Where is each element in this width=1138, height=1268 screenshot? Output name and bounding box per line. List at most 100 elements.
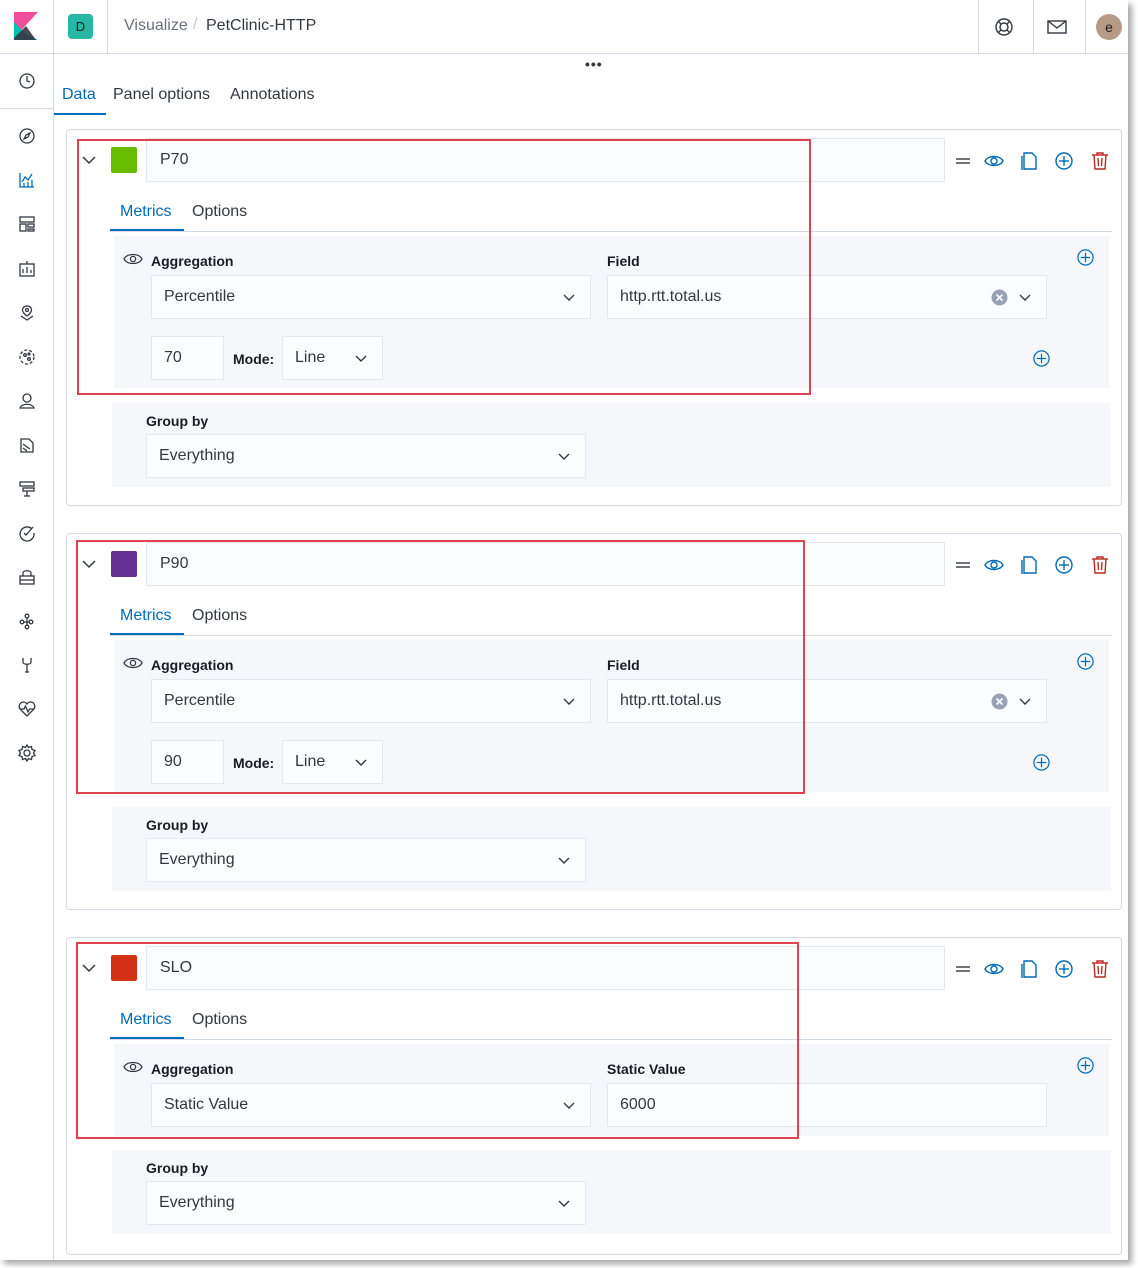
mode-select[interactable]: Line	[282, 336, 383, 380]
static-value-input[interactable]: 6000	[607, 1083, 1047, 1127]
series-label-input[interactable]: P70	[146, 138, 945, 182]
aggregation-select[interactable]: Percentile	[151, 275, 591, 319]
group-by-select[interactable]: Everything	[146, 434, 586, 478]
group-by-value: Everything	[159, 851, 235, 868]
field-select[interactable]: http.rtt.total.us	[607, 679, 1047, 723]
eye-icon[interactable]	[123, 251, 143, 267]
breadcrumb-visualize[interactable]: Visualize	[124, 17, 188, 35]
series-color-swatch[interactable]	[111, 955, 137, 981]
chevron-down-icon[interactable]	[80, 555, 98, 573]
apm-icon[interactable]	[17, 479, 37, 499]
aggregation-label: Aggregation	[151, 1061, 234, 1077]
aggregation-label: Aggregation	[151, 657, 234, 673]
add-metric-icon[interactable]	[1076, 652, 1095, 671]
clone-icon[interactable]	[1019, 555, 1039, 575]
graph-icon[interactable]	[17, 611, 37, 631]
chevron-down-icon[interactable]	[80, 959, 98, 977]
management-icon[interactable]	[17, 743, 37, 763]
percentile-input[interactable]: 90	[151, 740, 224, 784]
subtab-options[interactable]: Options	[192, 607, 247, 625]
trash-icon[interactable]	[1090, 151, 1110, 171]
subtab-divider	[110, 635, 1112, 636]
subtab-options[interactable]: Options	[192, 1011, 247, 1029]
series-label-input[interactable]: SLO	[146, 946, 945, 990]
trash-icon[interactable]	[1090, 959, 1110, 979]
subtab-divider	[110, 1039, 1112, 1040]
add-percentile-icon[interactable]	[1032, 753, 1051, 772]
maps-icon[interactable]	[17, 303, 37, 323]
add-series-icon[interactable]	[1054, 959, 1074, 979]
mode-value: Line	[295, 349, 326, 366]
subtab-options[interactable]: Options	[192, 203, 247, 221]
chevron-down-icon	[355, 355, 367, 362]
chevron-down-icon	[563, 294, 575, 301]
subtab-metrics[interactable]: Metrics	[120, 203, 172, 221]
field-value: http.rtt.total.us	[620, 692, 722, 709]
help-icon[interactable]	[993, 16, 1015, 38]
percentile-input[interactable]: 70	[151, 336, 224, 380]
clear-icon[interactable]	[991, 693, 1008, 710]
header-divider	[53, 0, 54, 54]
more-options-button[interactable]: •••	[585, 56, 603, 72]
eye-icon[interactable]	[984, 151, 1004, 171]
add-percentile-icon[interactable]	[1032, 349, 1051, 368]
tab-data[interactable]: Data	[62, 86, 96, 104]
clone-icon[interactable]	[1019, 959, 1039, 979]
aggregation-value: Percentile	[164, 288, 236, 305]
aggregation-select[interactable]: Percentile	[151, 679, 591, 723]
chevron-down-icon[interactable]	[80, 151, 98, 169]
clear-icon[interactable]	[991, 289, 1008, 306]
tab-annotations[interactable]: Annotations	[230, 86, 315, 104]
monitoring-icon[interactable]	[17, 699, 37, 719]
dashboard-icon[interactable]	[17, 214, 37, 234]
drag-handle-icon[interactable]	[953, 959, 973, 979]
aggregation-label: Aggregation	[151, 253, 234, 269]
uptime-icon[interactable]	[17, 523, 37, 543]
drag-handle-icon[interactable]	[953, 151, 973, 171]
aggregation-select[interactable]: Static Value	[151, 1083, 591, 1127]
eye-icon[interactable]	[123, 655, 143, 671]
infrastructure-icon[interactable]	[17, 391, 37, 411]
eye-icon[interactable]	[123, 1059, 143, 1075]
clone-icon[interactable]	[1019, 151, 1039, 171]
group-by-select[interactable]: Everything	[146, 1181, 586, 1225]
subtab-metrics[interactable]: Metrics	[120, 1011, 172, 1029]
canvas-icon[interactable]	[17, 259, 37, 279]
devtools-icon[interactable]	[17, 655, 37, 675]
group-by-select[interactable]: Everything	[146, 838, 586, 882]
add-metric-icon[interactable]	[1076, 1056, 1095, 1075]
clock-icon[interactable]	[17, 71, 37, 91]
ml-icon[interactable]	[17, 347, 37, 367]
header-bar: D Visualize / PetClinic-HTTP e	[0, 0, 1128, 54]
series-color-swatch[interactable]	[111, 551, 137, 577]
chevron-down-icon	[563, 1102, 575, 1109]
eye-icon[interactable]	[984, 555, 1004, 575]
eye-icon[interactable]	[984, 959, 1004, 979]
series-color-swatch[interactable]	[111, 147, 137, 173]
static-value: 6000	[620, 1096, 656, 1113]
visualize-icon[interactable]	[17, 170, 37, 190]
mail-icon[interactable]	[1046, 16, 1068, 38]
add-series-icon[interactable]	[1054, 151, 1074, 171]
header-divider	[1085, 0, 1086, 54]
user-avatar[interactable]: e	[1096, 14, 1122, 40]
siem-icon[interactable]	[17, 567, 37, 587]
logs-icon[interactable]	[17, 435, 37, 455]
drag-handle-icon[interactable]	[953, 555, 973, 575]
add-series-icon[interactable]	[1054, 555, 1074, 575]
tab-panel-options[interactable]: Panel options	[113, 86, 210, 104]
group-by-value: Everything	[159, 447, 235, 464]
trash-icon[interactable]	[1090, 555, 1110, 575]
subtab-metrics[interactable]: Metrics	[120, 607, 172, 625]
static-value-label: Static Value	[607, 1061, 686, 1077]
series-label-input[interactable]: P90	[146, 542, 945, 586]
group-by-label: Group by	[146, 413, 209, 429]
breadcrumb-current: PetClinic-HTTP	[206, 17, 317, 34]
discover-icon[interactable]	[17, 126, 37, 146]
kibana-logo-icon[interactable]	[14, 12, 38, 40]
space-avatar[interactable]: D	[68, 14, 93, 39]
add-metric-icon[interactable]	[1076, 248, 1095, 267]
field-select[interactable]: http.rtt.total.us	[607, 275, 1047, 319]
mode-select[interactable]: Line	[282, 740, 383, 784]
header-divider	[978, 0, 979, 54]
